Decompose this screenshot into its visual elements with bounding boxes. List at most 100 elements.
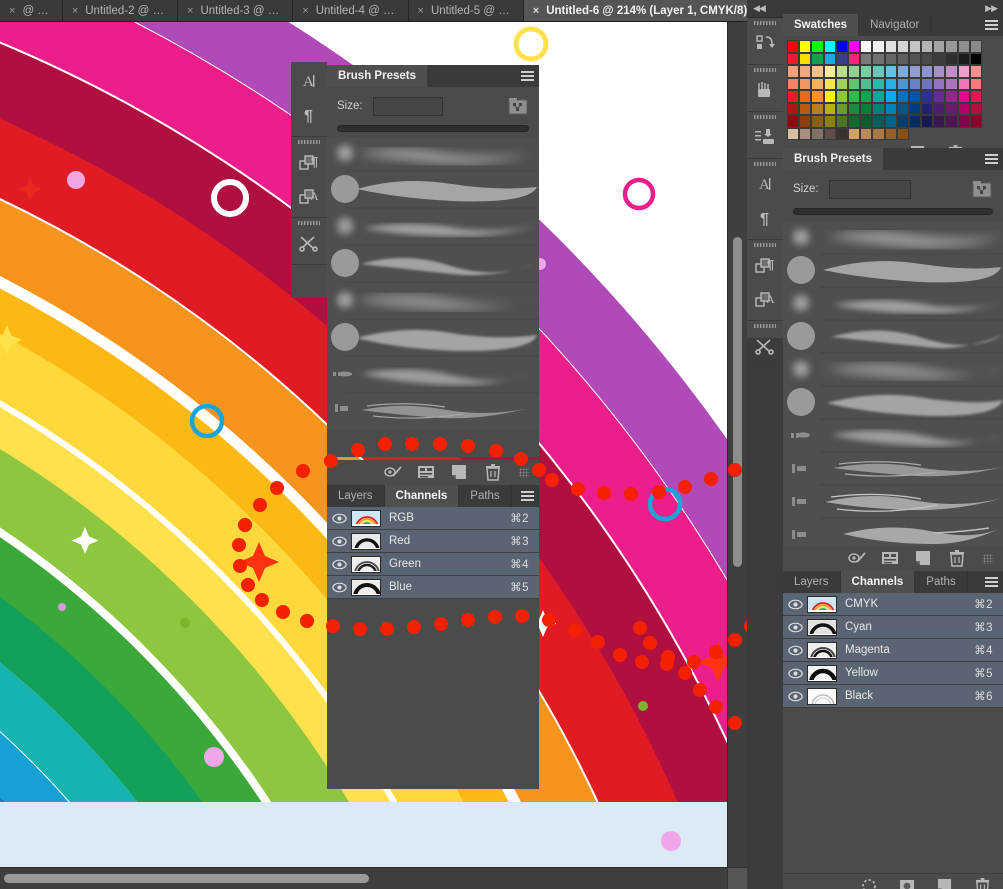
doc-horizontal-scrollbar-thumb[interactable] — [4, 874, 369, 883]
panel-resize-grip[interactable] — [983, 553, 993, 564]
brush-size-input[interactable] — [372, 96, 443, 116]
channel-row-cmyk[interactable]: CMYK ⌘2 — [783, 593, 1003, 616]
eye-icon[interactable] — [783, 668, 807, 679]
swatch-37[interactable] — [847, 65, 861, 78]
delete-channel-icon[interactable] — [485, 463, 503, 482]
swatch-54[interactable] — [860, 77, 873, 90]
tools-icon[interactable] — [291, 226, 327, 260]
doc-horizontal-scrollbar[interactable] — [0, 867, 747, 889]
doc-vertical-scrollbar[interactable] — [727, 22, 747, 867]
swatch-31[interactable] — [969, 52, 982, 65]
swatch-105[interactable] — [896, 115, 909, 128]
swatch-58[interactable] — [908, 77, 922, 90]
character-styles-icon[interactable]: A — [291, 179, 327, 213]
swatch-108[interactable] — [933, 115, 946, 128]
swatch-51[interactable] — [823, 77, 836, 90]
panel-resize-grip[interactable] — [519, 467, 529, 478]
swatch-32[interactable] — [787, 65, 800, 78]
swatch-38[interactable] — [860, 65, 873, 78]
swatch-67[interactable] — [823, 90, 836, 103]
swatch-14[interactable] — [957, 40, 970, 53]
swatch-88[interactable] — [884, 102, 897, 115]
load-channel-as-selection-icon[interactable] — [383, 464, 402, 482]
swatch-109[interactable] — [945, 115, 958, 128]
tab-paths[interactable]: Paths — [915, 571, 968, 593]
swatch-117[interactable] — [847, 127, 861, 140]
swatch-99[interactable] — [823, 115, 836, 128]
panel-menu-icon[interactable] — [515, 65, 539, 87]
swatch-28[interactable] — [933, 52, 946, 65]
tab-layers[interactable]: Layers — [327, 485, 385, 507]
swatch-62[interactable] — [957, 77, 970, 90]
create-new-channel-icon[interactable] — [937, 878, 953, 889]
swatch-24[interactable] — [884, 52, 897, 65]
swatch-94[interactable] — [957, 102, 970, 115]
swatch-110[interactable] — [957, 115, 970, 128]
load-channel-as-selection-icon[interactable] — [861, 878, 877, 889]
brushes-icon[interactable] — [747, 73, 783, 107]
swatch-27[interactable] — [921, 52, 934, 65]
swatch-90[interactable] — [908, 102, 922, 115]
swatch-92[interactable] — [933, 102, 946, 115]
swatch-grid[interactable] — [783, 36, 1003, 140]
close-icon[interactable]: × — [187, 5, 193, 17]
save-selection-as-channel-icon[interactable] — [881, 550, 899, 568]
swatch-116[interactable] — [835, 127, 848, 140]
swatch-26[interactable] — [908, 52, 922, 65]
eye-icon[interactable] — [327, 559, 351, 570]
swatch-74[interactable] — [908, 90, 922, 103]
swatch-113[interactable] — [799, 127, 812, 140]
swatch-120[interactable] — [884, 127, 897, 140]
eye-icon[interactable] — [783, 691, 807, 702]
swatch-77[interactable] — [945, 90, 958, 103]
paragraph-tool-icon[interactable]: ¶ — [291, 98, 327, 132]
save-selection-as-channel-icon[interactable] — [899, 878, 915, 889]
swatch-104[interactable] — [884, 115, 897, 128]
document-tab-3[interactable]: × Untitled-3 @ … — [178, 0, 294, 21]
panel-menu-icon[interactable] — [979, 571, 1003, 593]
tab-navigator[interactable]: Navigator — [859, 14, 932, 36]
swatch-33[interactable] — [799, 65, 812, 78]
swatch-9[interactable] — [896, 40, 909, 53]
swatch-2[interactable] — [811, 40, 824, 53]
paragraph-styles-icon[interactable]: ¶ — [747, 248, 783, 282]
panel-menu-icon[interactable] — [515, 485, 539, 507]
swatch-0[interactable] — [787, 40, 800, 53]
brush-presets-tab[interactable]: Brush Presets — [783, 148, 883, 170]
swatch-52[interactable] — [835, 77, 848, 90]
swatch-15[interactable] — [969, 40, 982, 53]
swatch-115[interactable] — [823, 127, 836, 140]
preset-manager-icon[interactable] — [507, 95, 529, 117]
tab-swatches[interactable]: Swatches — [783, 14, 860, 36]
swatch-98[interactable] — [811, 115, 824, 128]
swatch-16[interactable] — [787, 52, 800, 65]
close-icon[interactable]: × — [72, 5, 78, 17]
create-new-channel-icon[interactable] — [451, 464, 469, 482]
swatch-55[interactable] — [872, 77, 885, 90]
tab-paths[interactable]: Paths — [459, 485, 512, 507]
doc-vertical-scrollbar-thumb[interactable] — [733, 237, 742, 567]
swatch-107[interactable] — [921, 115, 934, 128]
tab-channels[interactable]: Channels — [840, 571, 916, 593]
swatch-91[interactable] — [921, 102, 934, 115]
paragraph-tool-icon[interactable]: ¶ — [747, 201, 783, 235]
swatch-25[interactable] — [896, 52, 909, 65]
swatch-85[interactable] — [847, 102, 861, 115]
swatch-18[interactable] — [811, 52, 824, 65]
swatch-84[interactable] — [835, 102, 848, 115]
swatch-6[interactable] — [860, 40, 873, 53]
close-icon[interactable]: × — [418, 5, 424, 17]
swatch-43[interactable] — [921, 65, 934, 78]
swatch-36[interactable] — [835, 65, 848, 78]
swatch-19[interactable] — [823, 52, 836, 65]
swatch-93[interactable] — [945, 102, 958, 115]
swatch-22[interactable] — [860, 52, 873, 65]
swatch-81[interactable] — [799, 102, 812, 115]
swatch-111[interactable] — [969, 115, 982, 128]
swatch-97[interactable] — [799, 115, 812, 128]
swatch-17[interactable] — [799, 52, 812, 65]
swatch-11[interactable] — [921, 40, 934, 53]
swatch-23[interactable] — [872, 52, 885, 65]
collapse-right-icon[interactable]: ▶▶ — [985, 3, 998, 14]
close-icon[interactable]: × — [9, 5, 15, 17]
